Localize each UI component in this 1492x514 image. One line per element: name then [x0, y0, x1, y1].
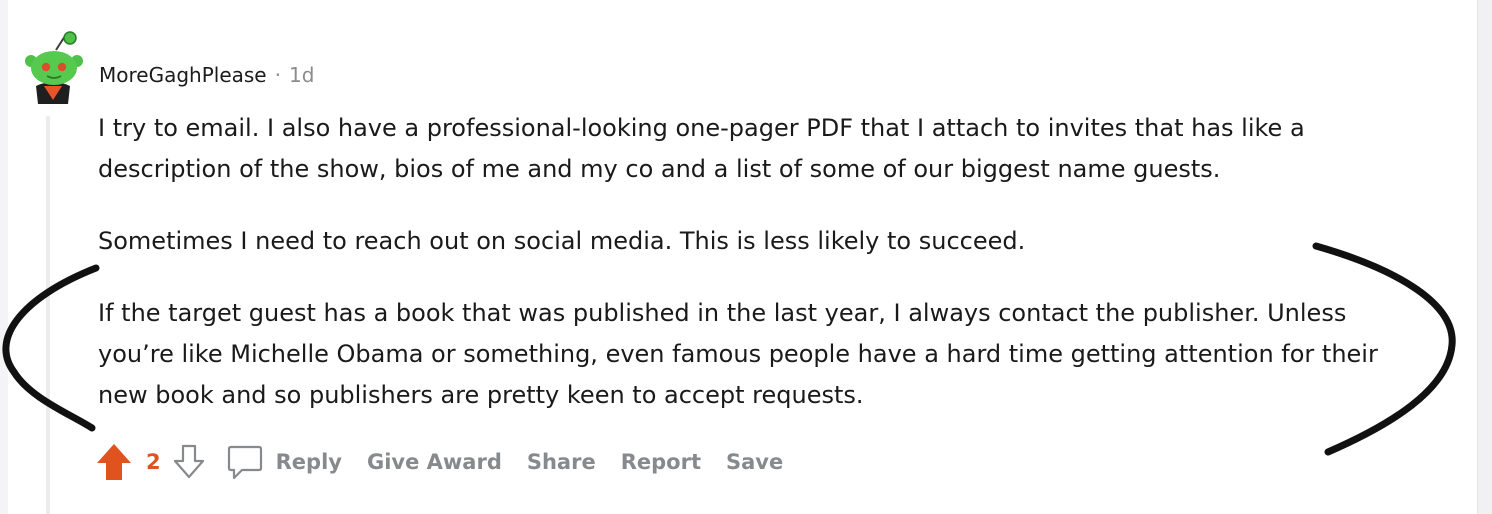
save-label: Save [726, 450, 784, 474]
vote-score: 2 [146, 450, 161, 474]
downvote-button[interactable] [170, 440, 208, 484]
comment-age[interactable]: 1d [289, 63, 314, 87]
comment-paragraph-3: If the target guest has a book that was … [98, 299, 1378, 409]
report-button[interactable]: Report [621, 450, 701, 474]
left-bracket-stroke [2, 264, 100, 432]
comment-meta: MoreGaghPlease · 1d [99, 61, 314, 89]
thread-collapse-line[interactable] [46, 116, 50, 514]
user-avatar[interactable] [22, 30, 84, 104]
comment-paragraph-2: Sometimes I need to reach out on social … [98, 227, 1026, 255]
comment-body: I try to email. I also have a profession… [98, 108, 1428, 416]
upvote-arrow-icon [97, 444, 131, 480]
reply-button[interactable]: Reply [226, 442, 342, 482]
save-button[interactable]: Save [726, 450, 783, 474]
give-award-button[interactable]: Give Award [367, 450, 502, 474]
meta-separator: · [274, 63, 281, 87]
give-award-label: Give Award [366, 450, 502, 474]
left-page-margin [0, 0, 8, 514]
speech-bubble-icon [226, 442, 264, 482]
reply-label: Reply [275, 450, 342, 474]
share-button[interactable]: Share [527, 450, 596, 474]
comment-paragraph-1: I try to email. I also have a profession… [98, 114, 1305, 183]
upvote-button[interactable] [94, 440, 134, 484]
share-label: Share [526, 450, 596, 474]
scrollbar-track[interactable] [1477, 0, 1492, 514]
comment-actions: 2 Reply Give Award Share Report Save [94, 440, 808, 484]
comment-author[interactable]: MoreGaghPlease [99, 63, 267, 87]
downvote-arrow-icon [173, 444, 204, 479]
snoo-avatar-icon [25, 31, 83, 104]
report-label: Report [620, 450, 701, 474]
